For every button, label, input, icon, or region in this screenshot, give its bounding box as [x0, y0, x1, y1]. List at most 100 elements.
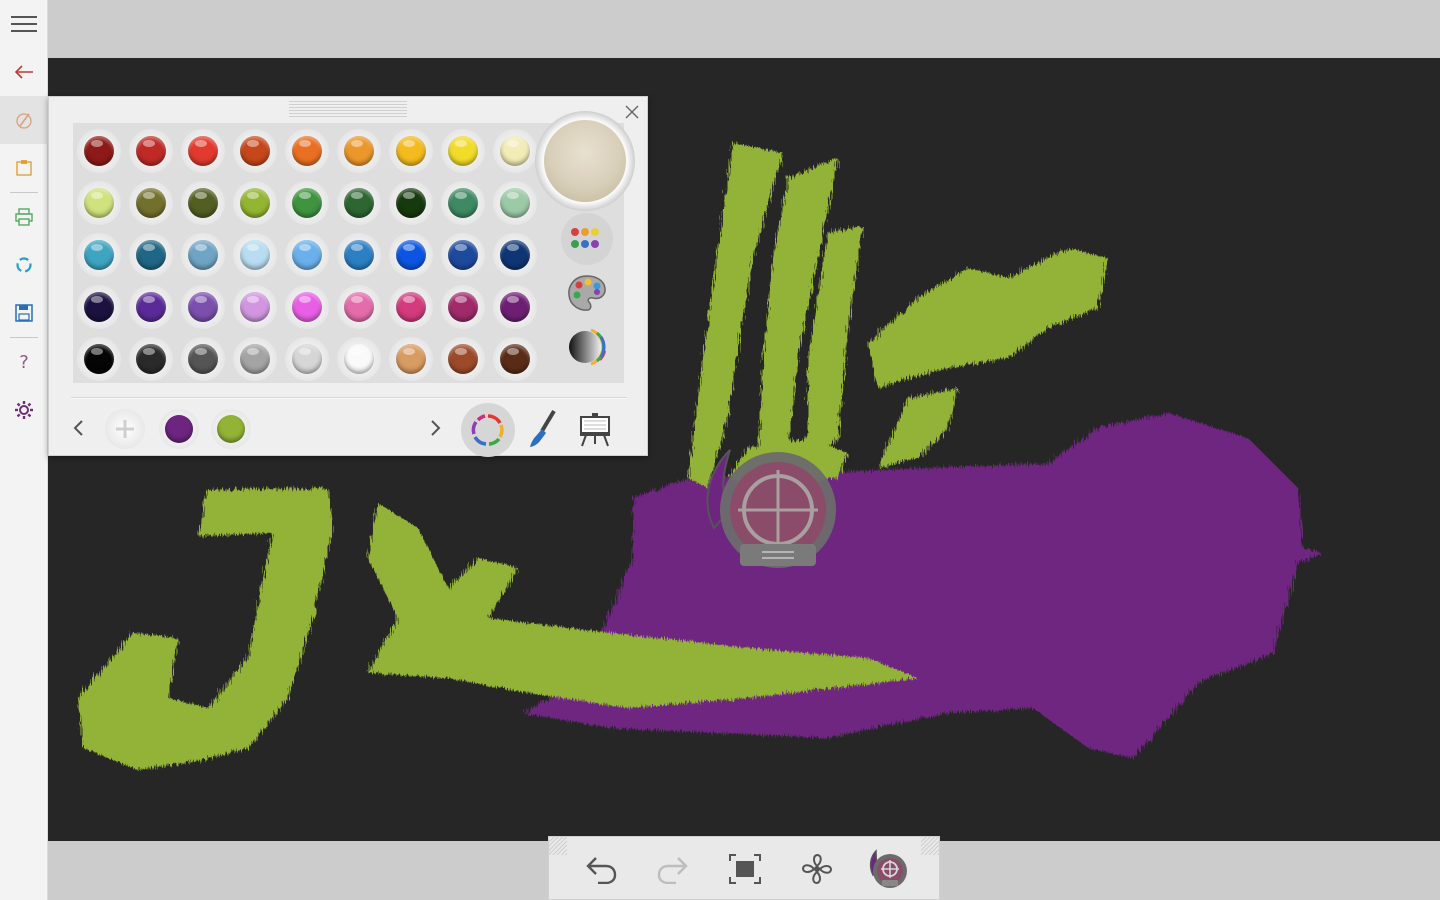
color-swatch[interactable]	[493, 181, 537, 225]
color-swatch[interactable]	[337, 129, 381, 173]
color-swatch-dot	[396, 292, 426, 322]
back-button[interactable]	[0, 48, 48, 96]
color-swatch[interactable]	[129, 337, 173, 381]
redo-button[interactable]	[649, 847, 697, 891]
toolbar-grip-right[interactable]	[921, 837, 939, 855]
color-swatch-dot	[344, 136, 374, 166]
color-swatch[interactable]	[493, 233, 537, 277]
add-color-button[interactable]	[105, 409, 145, 449]
color-swatch[interactable]	[493, 285, 537, 329]
color-swatch[interactable]	[389, 181, 433, 225]
color-swatch[interactable]	[389, 233, 433, 277]
color-swatch[interactable]	[441, 233, 485, 277]
canvas-easel-button[interactable]	[569, 403, 621, 455]
share-button[interactable]	[0, 241, 48, 289]
color-swatch[interactable]	[441, 285, 485, 329]
color-swatch[interactable]	[181, 181, 225, 225]
color-swatch[interactable]	[285, 129, 329, 173]
color-swatch[interactable]	[233, 285, 277, 329]
dry-button[interactable]	[793, 847, 841, 891]
panel-drag-handle[interactable]	[289, 101, 407, 117]
color-swatch[interactable]	[389, 337, 433, 381]
color-swatch[interactable]	[233, 181, 277, 225]
color-swatch[interactable]	[441, 129, 485, 173]
color-swatch[interactable]	[389, 285, 433, 329]
brush-tool-button[interactable]	[517, 403, 569, 455]
color-swatch[interactable]	[181, 233, 225, 277]
fit-screen-button[interactable]	[721, 847, 769, 891]
recent-prev-button[interactable]	[65, 413, 91, 443]
color-swatch-dot	[500, 136, 530, 166]
color-palette-panel[interactable]	[48, 96, 648, 457]
color-swatch[interactable]	[337, 285, 381, 329]
color-swatch[interactable]	[493, 129, 537, 173]
gradient-button[interactable]	[561, 321, 613, 373]
color-swatch[interactable]	[181, 337, 225, 381]
color-swatch[interactable]	[129, 129, 173, 173]
mix-palette-button[interactable]	[561, 267, 613, 319]
color-swatch[interactable]	[77, 285, 121, 329]
color-sets-button[interactable]	[561, 213, 613, 265]
recent-color-2[interactable]	[211, 409, 251, 449]
help-button[interactable]: ?	[0, 338, 48, 386]
color-swatch-dot	[240, 292, 270, 322]
brush-icon	[530, 409, 556, 447]
recent-next-button[interactable]	[423, 413, 449, 443]
save-button[interactable]	[0, 289, 48, 337]
color-swatch[interactable]	[233, 337, 277, 381]
color-swatch-dot	[240, 240, 270, 270]
color-swatch[interactable]	[181, 285, 225, 329]
color-swatch-dot	[136, 292, 166, 322]
color-swatch[interactable]	[441, 337, 485, 381]
color-swatch-dot	[292, 188, 322, 218]
color-swatch[interactable]	[129, 181, 173, 225]
color-swatch-dot	[448, 344, 478, 374]
color-swatch[interactable]	[493, 337, 537, 381]
color-swatch[interactable]	[285, 233, 329, 277]
color-swatch[interactable]	[77, 337, 121, 381]
color-swatch[interactable]	[337, 233, 381, 277]
recent-color-dot	[217, 415, 245, 443]
palette-icon	[568, 275, 606, 311]
toolbar-grip-left[interactable]	[549, 837, 567, 855]
color-swatch-dot	[136, 188, 166, 218]
color-swatch-dot	[240, 344, 270, 374]
brush-mode-button[interactable]	[0, 96, 48, 144]
paste-button[interactable]	[0, 144, 48, 192]
print-button[interactable]	[0, 193, 48, 241]
color-swatch[interactable]	[441, 181, 485, 225]
close-button[interactable]	[621, 101, 643, 123]
color-swatch[interactable]	[77, 181, 121, 225]
color-swatch-dot	[500, 292, 530, 322]
color-swatch[interactable]	[129, 285, 173, 329]
color-swatch-dot	[240, 188, 270, 218]
color-swatch[interactable]	[285, 285, 329, 329]
eyedropper-reticle-icon	[869, 849, 907, 888]
color-swatch[interactable]	[337, 337, 381, 381]
color-swatch[interactable]	[285, 337, 329, 381]
color-swatch-dot	[136, 136, 166, 166]
menu-button[interactable]	[0, 0, 48, 48]
color-swatch-dot	[188, 240, 218, 270]
color-sets-icon	[571, 228, 599, 248]
color-picker-button[interactable]	[865, 847, 913, 891]
color-swatch-dot	[136, 240, 166, 270]
settings-button[interactable]	[0, 386, 48, 434]
current-color-swatch[interactable]	[535, 111, 635, 211]
color-swatch[interactable]	[389, 129, 433, 173]
color-swatch[interactable]	[181, 129, 225, 173]
color-swatch[interactable]	[337, 181, 381, 225]
green-stroke	[878, 388, 958, 468]
recent-color-1[interactable]	[159, 409, 199, 449]
plus-icon	[116, 420, 134, 438]
undo-button[interactable]	[577, 847, 625, 891]
color-swatch[interactable]	[77, 233, 121, 277]
color-swatch[interactable]	[233, 129, 277, 173]
color-swatch[interactable]	[233, 233, 277, 277]
color-swatch[interactable]	[129, 233, 173, 277]
color-wheel-button[interactable]	[461, 403, 515, 457]
color-picker-reticle[interactable]	[700, 440, 846, 570]
color-swatch-dot	[448, 136, 478, 166]
color-swatch[interactable]	[285, 181, 329, 225]
color-swatch[interactable]	[77, 129, 121, 173]
